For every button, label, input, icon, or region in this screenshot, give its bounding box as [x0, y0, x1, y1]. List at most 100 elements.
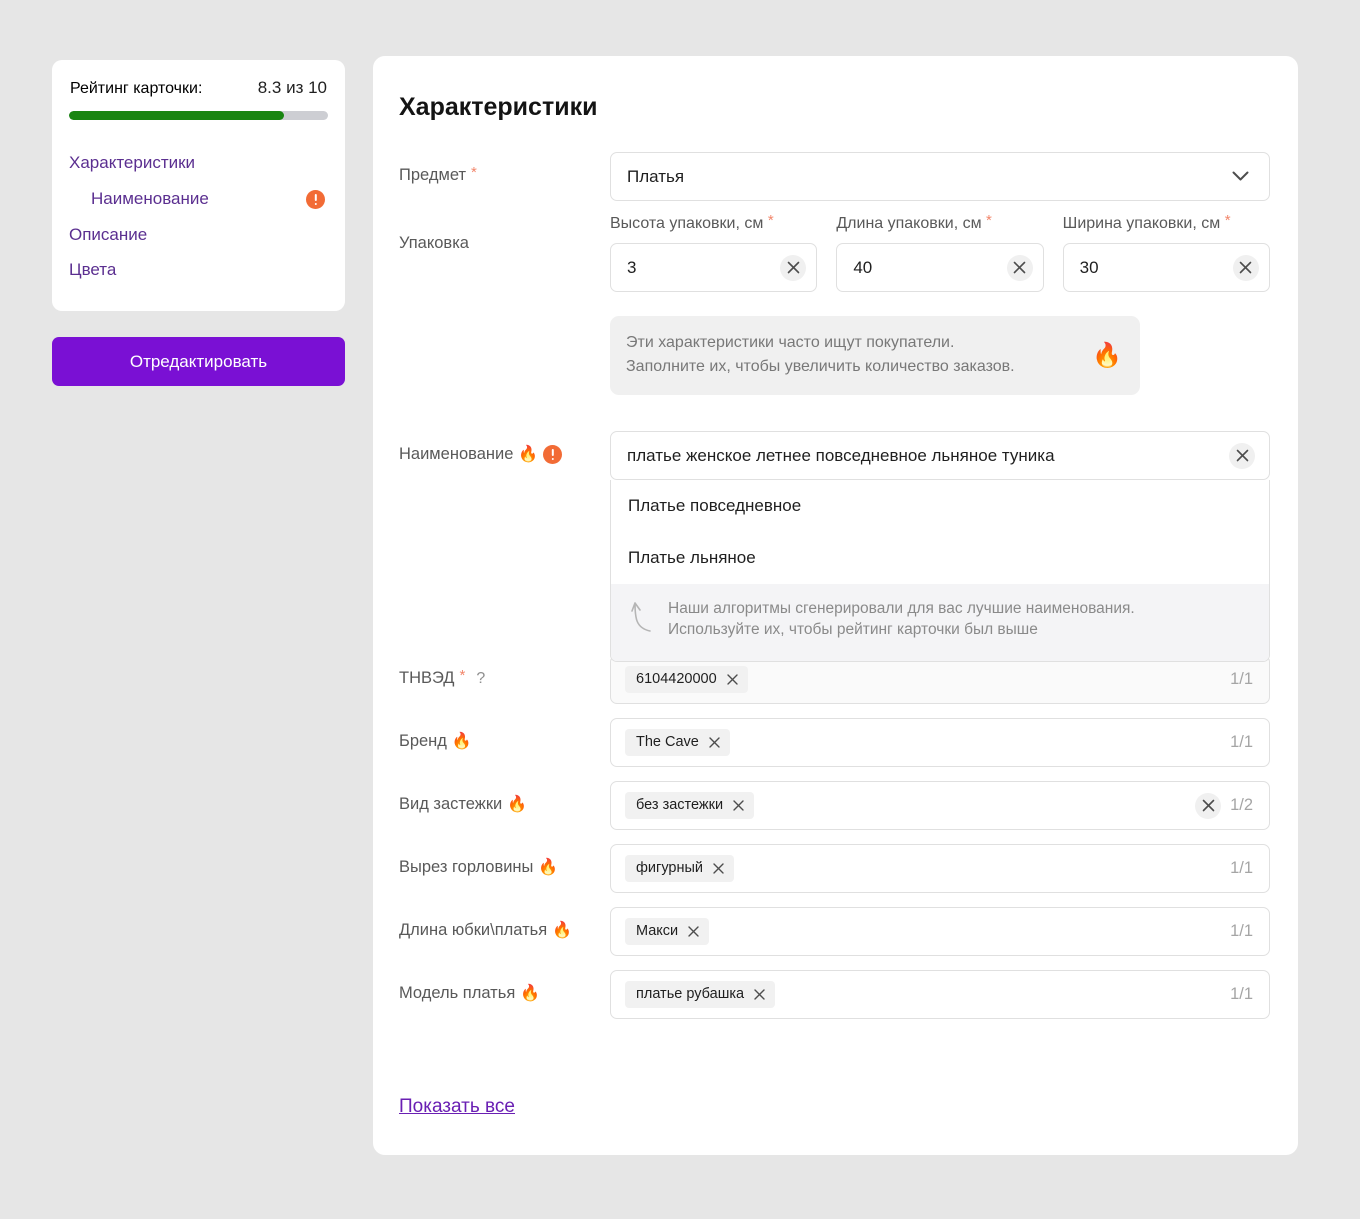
chip-remove-icon[interactable] — [754, 988, 765, 1000]
clear-icon[interactable] — [1232, 254, 1259, 281]
attribute-label: Вырез горловины — [399, 858, 534, 876]
suggestion-item[interactable]: Платье повседневное — [611, 480, 1269, 532]
clear-icon[interactable] — [1195, 792, 1222, 819]
clear-icon[interactable] — [1006, 254, 1033, 281]
chip[interactable]: 6104420000 — [625, 666, 748, 693]
packaging-caption: Длина упаковки, см * — [836, 212, 992, 232]
attribute-tag-input[interactable]: без застежки 1/2 — [610, 781, 1270, 830]
subject-label: Предмет — [399, 166, 467, 184]
subject-label-group: Предмет * — [399, 152, 610, 185]
chip-counter: 1/2 — [1230, 796, 1253, 814]
attribute-tag-input[interactable]: Макси 1/1 — [610, 907, 1270, 956]
sidebar-item-label: Описание — [69, 224, 148, 244]
packaging-col-0: Высота упаковки, см * 3 — [610, 212, 818, 292]
sidebar: Рейтинг карточки: 8.3 из 10 Характеристи… — [52, 60, 345, 387]
attribute-tag-input[interactable]: The Cave 1/1 — [610, 718, 1270, 767]
attribute-field: Макси 1/1 — [610, 907, 1270, 956]
chip-remove-icon[interactable] — [713, 862, 724, 874]
attribute-label-group: Вид застежки 🔥 — [399, 781, 610, 814]
row-attribute-3: Вырез горловины 🔥 фигурный 1/1 — [399, 844, 1270, 893]
attribute-tag-input[interactable]: фигурный 1/1 — [610, 844, 1270, 893]
clear-icon[interactable] — [780, 254, 807, 281]
sidebar-item-label: Характеристики — [69, 153, 196, 172]
row-packaging: Упаковка Высота упаковки, см * 3 Длина упа… — [399, 212, 1270, 292]
hint-field: Эти характеристики часто ищут покупатели… — [610, 306, 1270, 417]
chip-remove-icon[interactable] — [733, 799, 744, 811]
sidebar-nav: Характеристики Наименование Описание Цвета — [69, 146, 328, 289]
popular-characteristics-banner: Эти характеристики часто ищут покупатели… — [610, 316, 1140, 395]
hint-line-1: Эти характеристики часто ищут покупатели… — [626, 334, 955, 351]
subject-select[interactable]: Платья — [610, 152, 1270, 201]
characteristics-card: Характеристики Предмет * Платья Упаковка… — [373, 56, 1298, 1155]
attribute-field: фигурный 1/1 — [610, 844, 1270, 893]
fire-emoji-icon: 🔥 — [451, 732, 472, 750]
attribute-field: платье рубашка 1/1 — [610, 970, 1270, 1019]
required-asterisk: * — [471, 164, 477, 181]
packaging-input[interactable]: 30 — [1062, 243, 1270, 292]
row-hint-banner: Эти характеристики часто ищут покупатели… — [399, 306, 1270, 417]
show-all-link[interactable]: Показать все — [399, 1096, 515, 1118]
attribute-field: без застежки 1/2 — [610, 781, 1270, 830]
chip-counter: 1/1 — [1230, 670, 1253, 688]
sidebar-item-0[interactable]: Характеристики — [69, 146, 328, 182]
row-attribute-1: Бренд 🔥 The Cave 1/1 — [399, 718, 1270, 767]
chip-remove-icon[interactable] — [726, 673, 738, 685]
chip-remove-icon[interactable] — [709, 736, 720, 748]
name-input[interactable]: платье женское летнее повседневное льнян… — [610, 431, 1270, 480]
chip[interactable]: Макси — [625, 918, 710, 945]
packaging-inputs: Высота упаковки, см * 3 Длина упаковки, см… — [610, 212, 1270, 292]
chip-label: платье рубашка — [636, 986, 745, 1002]
sidebar-item-label: Наименование — [91, 188, 209, 208]
attribute-label: Модель платья — [399, 984, 516, 1002]
alert-badge-icon — [543, 445, 563, 464]
chip-label: 6104420000 — [636, 671, 717, 687]
help-icon[interactable]: ? — [476, 670, 485, 688]
row-attribute-4: Длина юбки\платья 🔥 Макси 1/1 — [399, 907, 1270, 956]
chip-counter: 1/1 — [1230, 922, 1253, 940]
row-attribute-0: ТНВЭД *? 6104420000 1/1 — [399, 655, 1270, 704]
packaging-caption: Высота упаковки, см * — [610, 212, 774, 232]
chip-counter: 1/1 — [1230, 733, 1253, 751]
chip[interactable]: The Cave — [625, 729, 730, 756]
note-line-1: Наши алгоритмы сгенерировали для вас луч… — [668, 600, 1135, 617]
required-asterisk: * — [459, 667, 466, 684]
edit-button[interactable]: Отредактировать — [52, 337, 345, 387]
attribute-label: Длина юбки\платья — [399, 921, 548, 939]
page-title: Характеристики — [399, 93, 598, 121]
packaging-input[interactable]: 3 — [610, 243, 818, 292]
characteristics-form: Предмет * Платья Упаковка Высота упаковк… — [399, 152, 1270, 1033]
clear-icon[interactable] — [1229, 442, 1255, 469]
subject-value: Платья — [627, 166, 685, 186]
sidebar-item-3[interactable]: Цвета — [69, 253, 328, 289]
chip[interactable]: без застежки — [625, 792, 755, 819]
attribute-field: 6104420000 1/1 — [610, 655, 1270, 704]
suggestion-item[interactable]: Платье льняное — [611, 532, 1269, 584]
row-attribute-5: Модель платья 🔥 платье рубашка 1/1 — [399, 970, 1270, 1019]
hint-spacer — [399, 306, 610, 320]
name-field: платье женское летнее повседневное льнян… — [610, 431, 1270, 662]
fire-emoji-icon: 🔥 — [520, 984, 541, 1002]
attribute-label: Вид застежки — [399, 795, 503, 813]
chip[interactable]: фигурный — [625, 855, 734, 882]
attribute-tag-input[interactable]: 6104420000 1/1 — [610, 655, 1270, 704]
chip[interactable]: платье рубашка — [625, 981, 776, 1008]
sidebar-item-1[interactable]: Наименование — [69, 182, 328, 218]
attribute-label: Бренд — [399, 732, 447, 750]
fire-emoji-icon: 🔥 — [518, 445, 539, 463]
product-card-editor-page: Рейтинг карточки: 8.3 из 10 Характеристи… — [0, 0, 1360, 1219]
packaging-input[interactable]: 40 — [836, 243, 1044, 292]
fire-emoji-icon: 🔥 — [552, 921, 573, 939]
sidebar-item-2[interactable]: Описание — [69, 218, 328, 254]
attribute-tag-input[interactable]: платье рубашка 1/1 — [610, 970, 1270, 1019]
required-asterisk: * — [1224, 212, 1231, 229]
hint-line-2: Заполните их, чтобы увеличить количество… — [626, 358, 1015, 375]
chip-label: The Cave — [636, 734, 699, 750]
name-label-group: Наименование 🔥 — [399, 431, 610, 464]
subject-field: Платья — [610, 152, 1270, 201]
chip-remove-icon[interactable] — [688, 925, 699, 937]
chip-label: фигурный — [636, 860, 703, 876]
attribute-label-group: ТНВЭД *? — [399, 655, 610, 688]
attribute-rows: ТНВЭД *? 6104420000 1/1 Бренд 🔥 The Cave 1/1 Вид… — [399, 655, 1270, 1019]
packaging-col-1: Длина упаковки, см * 40 — [836, 212, 1044, 292]
attribute-label-group: Вырез горловины 🔥 — [399, 844, 610, 877]
